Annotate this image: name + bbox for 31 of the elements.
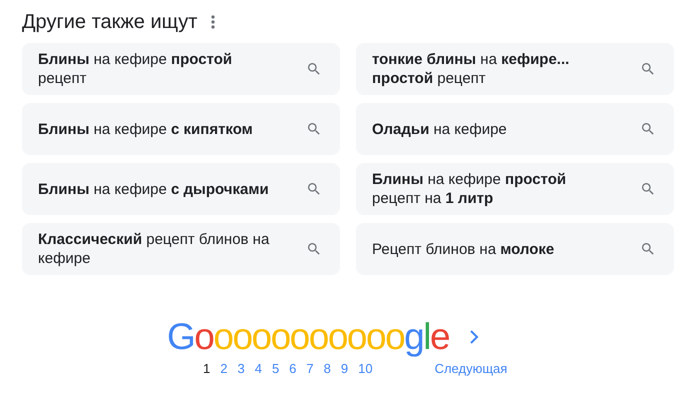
related-search-chip[interactable]: Рецепт блинов на молоке [356,223,674,275]
search-icon [306,121,322,137]
page-link[interactable]: 4 [254,361,262,377]
search-icon [640,61,656,77]
page-link[interactable]: 8 [324,361,331,377]
logo: Gooooooooooogle [167,317,450,357]
page-link[interactable]: 9 [340,361,348,377]
page-link[interactable]: 1 [203,361,210,377]
page-link[interactable]: 7 [306,361,314,377]
related-search-chip[interactable]: Блины на кефире простой рецепт на 1 литр [356,163,674,215]
section-title: Другие также ищут [22,12,198,32]
related-search-chip[interactable]: Блины на кефире с дырочками [22,163,340,215]
page-link[interactable]: 10 [358,361,373,377]
chevron-right-icon[interactable] [469,330,480,344]
page-link[interactable]: 5 [272,361,280,377]
page-link[interactable]: 6 [289,361,296,377]
search-icon [640,181,656,197]
search-icon [306,61,322,77]
more-options-icon[interactable] [211,14,216,28]
search-icon [640,121,656,137]
page-link[interactable]: 3 [237,361,245,377]
related-search-chip[interactable]: Блины на кефире простой рецепт [22,43,340,95]
related-search-chip[interactable]: Блины на кефире с кипятком [22,103,340,155]
next-page-link[interactable]: Следующая [434,361,508,377]
related-search-chip[interactable]: Оладьи на кефире [356,103,674,155]
search-icon [306,181,322,197]
related-search-chip[interactable]: тонкие блины на кефире... простой рецепт [356,43,674,95]
search-icon [306,241,322,257]
related-search-chip[interactable]: Классический рецепт блинов на кефире [22,223,340,275]
page-link[interactable]: 2 [220,361,228,377]
search-icon [640,241,656,257]
